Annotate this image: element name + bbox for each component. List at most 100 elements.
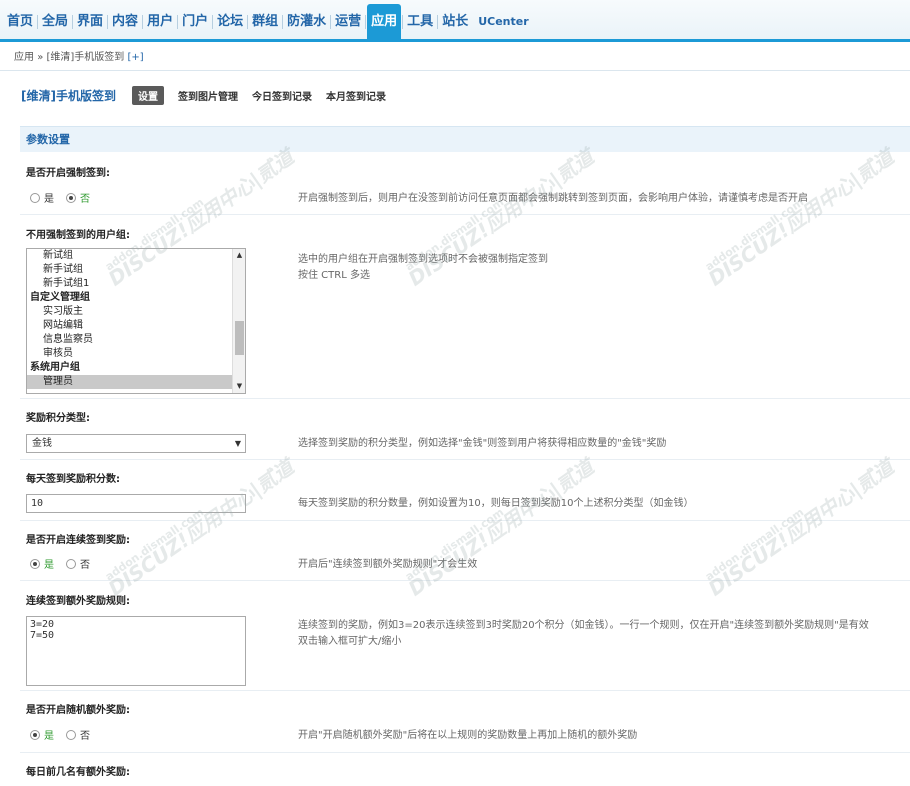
daily-credit-title: 每天签到奖励积分数: — [26, 474, 120, 485]
exempt-groups-listbox[interactable]: 新试组 新手试组 新手试组1 自定义管理组实习版主 网站编辑 信息监察员 审核员 系统用户组管… — [26, 248, 246, 394]
listbox-optgroup: 系统用户组 — [30, 362, 80, 373]
nav-item-4[interactable]: 用户 — [144, 4, 176, 40]
nav-item-7[interactable]: 群组 — [249, 4, 281, 40]
row-divider — [20, 752, 910, 753]
continuous-rules-textarea[interactable]: 3=20 7=50 — [26, 616, 246, 686]
listbox-option[interactable]: 信息监察员 — [27, 333, 245, 347]
continuous-reward-no-label[interactable]: 否 — [80, 556, 90, 571]
listbox-option[interactable]: 网站编辑 — [27, 319, 245, 333]
add-to-favorites-link[interactable]: [+] — [128, 52, 144, 63]
continuous-reward-no-radio[interactable] — [66, 558, 76, 569]
scroll-thumb[interactable] — [235, 321, 244, 355]
continuous-rules-hint: 连续签到的奖励，例如3=20表示连续签到3时奖励20个积分（如金钱）。一行一个规… — [298, 618, 906, 650]
nav-item-8[interactable]: 防灌水 — [284, 4, 329, 40]
credit-type-title: 奖励积分类型: — [26, 413, 90, 424]
daily-credit-hint: 每天签到奖励的积分数量，例如设置为10，则每日签到奖励10个上述积分类型（如金钱… — [298, 498, 694, 509]
row-divider — [20, 580, 910, 581]
nav-separator — [282, 15, 284, 29]
force-checkin-yes-radio[interactable] — [30, 192, 40, 203]
row-divider — [20, 520, 910, 521]
exempt-groups-hint-line1: 选中的用户组在开启强制签到选项时不会被强制指定签到 — [298, 254, 548, 265]
random-reward-yes-radio[interactable] — [30, 729, 40, 740]
exempt-groups-hint-line2: 按住 CTRL 多选 — [298, 270, 370, 281]
listbox-option[interactable]: 新试组 — [27, 249, 245, 263]
continuous-rules-title: 连续签到额外奖励规则: — [26, 596, 130, 607]
force-checkin-no-label[interactable]: 否 — [80, 190, 90, 205]
nav-separator — [330, 15, 332, 29]
listbox-option[interactable]: 新手试组 — [27, 263, 245, 277]
tab-settings[interactable]: 设置 — [131, 86, 164, 105]
nav-separator — [212, 15, 214, 29]
daily-credit-input[interactable]: 10 — [26, 494, 246, 513]
row-divider — [20, 214, 910, 215]
force-checkin-no-radio[interactable] — [66, 192, 76, 203]
nav-separator — [247, 15, 249, 29]
random-reward-hint: 开启"开启随机额外奖励"后将在以上规则的奖励数量上再加上随机的额外奖励 — [298, 730, 638, 741]
row-divider — [20, 459, 910, 460]
credit-type-select[interactable]: 金钱 ▼ — [26, 434, 246, 453]
nav-separator — [437, 15, 439, 29]
random-reward-no-label[interactable]: 否 — [80, 727, 90, 742]
continuous-reward-title: 是否开启连续签到奖励: — [26, 535, 130, 546]
nav-item-12[interactable]: 站长 — [439, 4, 471, 40]
row-divider — [20, 398, 910, 399]
top-n-reward-title: 每日前几名有额外奖励: — [26, 767, 130, 778]
nav-separator — [402, 15, 404, 29]
chevron-down-icon: ▼ — [234, 439, 241, 448]
listbox-option[interactable]: 新手试组1 — [27, 277, 245, 291]
nav-separator — [72, 15, 74, 29]
scroll-up-arrow-icon[interactable]: ▲ — [233, 249, 245, 262]
nav-item-10[interactable]: 应用 — [367, 4, 402, 40]
exempt-groups-hint: 选中的用户组在开启强制签到选项时不会被强制指定签到 按住 CTRL 多选 — [298, 252, 906, 284]
nav-item-2[interactable]: 界面 — [74, 4, 106, 40]
random-reward-title: 是否开启随机额外奖励: — [26, 705, 130, 716]
nav-item-6[interactable]: 论坛 — [214, 4, 246, 40]
nav-separator — [142, 15, 144, 29]
continuous-reward-hint: 开启后"连续签到额外奖励规则"才会生效 — [298, 559, 478, 570]
nav-item-9[interactable]: 运营 — [332, 4, 364, 40]
tab-today-records[interactable]: 今日签到记录 — [252, 88, 312, 103]
listbox-options: 新试组 新手试组 新手试组1 自定义管理组实习版主 网站编辑 信息监察员 审核员 系统用户组管… — [27, 249, 245, 389]
top-nav: 首页 全局 界面 内容 用户 门户 论坛 群组 防灌水 运营 应用 工具 站长 UCenter — [0, 0, 910, 42]
nav-separator — [365, 15, 367, 29]
tab-image-management[interactable]: 签到图片管理 — [178, 88, 238, 103]
breadcrumb-current: [维清]手机版签到 — [46, 52, 125, 63]
credit-type-hint: 选择签到奖励的积分类型，例如选择"金钱"则签到用户将获得相应数量的"金钱"奖励 — [298, 438, 667, 449]
listbox-optgroup: 自定义管理组 — [30, 292, 90, 303]
nav-item-5[interactable]: 门户 — [179, 4, 211, 40]
listbox-option[interactable]: 审核员 — [27, 347, 245, 361]
listbox-scrollbar[interactable]: ▲ ▼ — [232, 249, 245, 393]
nav-item-11[interactable]: 工具 — [404, 4, 436, 40]
force-checkin-title: 是否开启强制签到: — [26, 168, 110, 179]
tab-month-records[interactable]: 本月签到记录 — [326, 88, 386, 103]
force-checkin-hint: 开启强制签到后，则用户在没签到前访问任意页面都会强制跳转到签到页面，会影响用户体… — [298, 193, 808, 204]
row-divider — [20, 690, 910, 691]
breadcrumb-root[interactable]: 应用 — [14, 52, 34, 63]
exempt-groups-title: 不用强制签到的用户组: — [26, 230, 130, 241]
continuous-reward-yes-radio[interactable] — [30, 558, 40, 569]
force-checkin-yes-label[interactable]: 是 — [44, 190, 54, 205]
top-nav-items: 首页 全局 界面 内容 用户 门户 论坛 群组 防灌水 运营 应用 工具 站长 UCenter — [4, 4, 532, 40]
breadcrumb-separator: » — [37, 52, 44, 63]
nav-separator — [37, 15, 39, 29]
nav-item-1[interactable]: 全局 — [39, 4, 71, 40]
nav-separator — [107, 15, 109, 29]
random-reward-radio-group: 是 否 — [30, 727, 102, 742]
force-checkin-radio-group: 是 否 — [30, 190, 102, 205]
nav-item-ucenter[interactable]: UCenter — [475, 4, 531, 40]
random-reward-no-radio[interactable] — [66, 729, 76, 740]
continuous-rules-hint-line1: 连续签到的奖励，例如3=20表示连续签到3时奖励20个积分（如金钱）。一行一个规… — [298, 620, 869, 631]
listbox-option[interactable]: 管理员 — [27, 375, 245, 389]
plugin-title: [维清]手机版签到 — [21, 89, 116, 103]
section-header: 参数设置 — [20, 126, 910, 152]
plugin-header: [维清]手机版签到 设置 签到图片管理 今日签到记录 本月签到记录 — [21, 86, 400, 105]
continuous-rules-hint-line2: 双击输入框可扩大/缩小 — [298, 636, 402, 647]
breadcrumb: 应用 » [维清]手机版签到 [+] — [0, 45, 910, 71]
random-reward-yes-label[interactable]: 是 — [44, 727, 54, 742]
nav-separator — [177, 15, 179, 29]
nav-item-0[interactable]: 首页 — [4, 4, 36, 40]
listbox-option[interactable]: 实习版主 — [27, 305, 245, 319]
scroll-down-arrow-icon[interactable]: ▼ — [233, 380, 245, 393]
nav-item-3[interactable]: 内容 — [109, 4, 141, 40]
continuous-reward-yes-label[interactable]: 是 — [44, 556, 54, 571]
